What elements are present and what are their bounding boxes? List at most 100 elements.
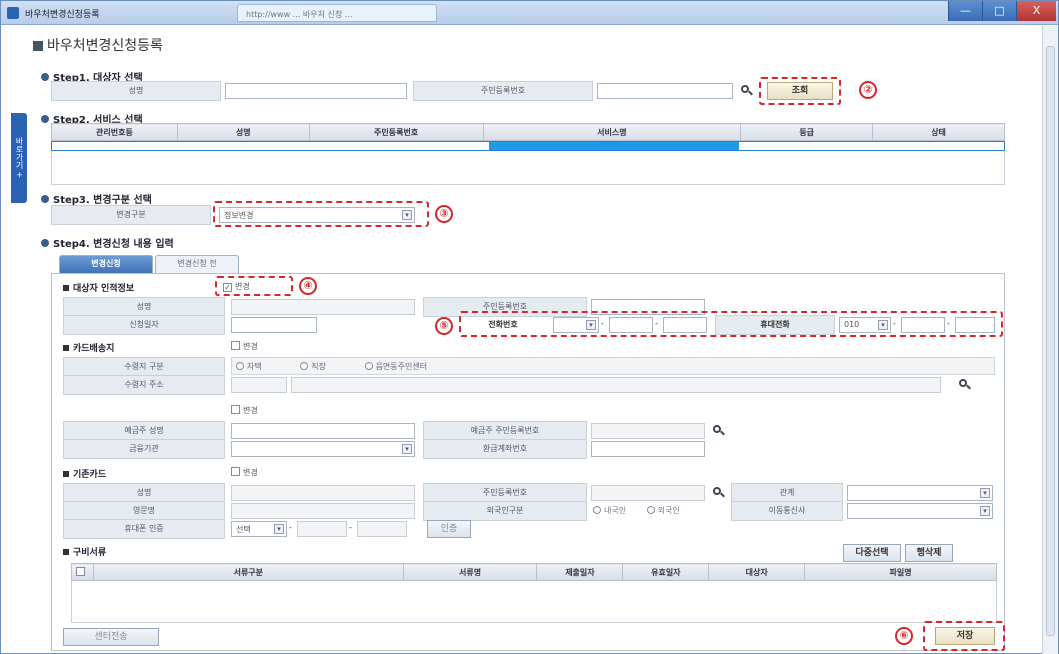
- col-header[interactable]: 유효일자: [622, 563, 710, 581]
- maximize-button[interactable]: □: [982, 1, 1016, 21]
- radio-icon[interactable]: [300, 362, 309, 370]
- holder-rrn-input[interactable]: [591, 423, 705, 439]
- service-table: 관리번호등 성명 주민등록번호 서비스명 등급 상태: [51, 123, 1005, 141]
- step-bullet-icon: [41, 239, 49, 247]
- col-header[interactable]: 제출일자: [536, 563, 624, 581]
- phone-mid-input[interactable]: [609, 317, 653, 333]
- step1-name-label: 성명: [51, 81, 221, 101]
- refund-account-input[interactable]: [591, 441, 705, 457]
- zip-input[interactable]: [231, 377, 287, 393]
- existing-card-change-checkbox[interactable]: 변경: [231, 467, 258, 478]
- holder-name-input[interactable]: [231, 423, 415, 439]
- address-input[interactable]: [291, 377, 941, 393]
- minimize-button[interactable]: —: [948, 1, 982, 21]
- mobile-auth-select[interactable]: 선택 ▾: [231, 521, 287, 537]
- col-header[interactable]: 서비스명: [482, 123, 742, 141]
- browser-tab[interactable]: http://www ... 바우처 신청 ...: [237, 4, 437, 22]
- checkbox-icon[interactable]: [231, 341, 240, 350]
- section-bullet-icon: [63, 285, 69, 291]
- service-table-body: [51, 151, 1005, 185]
- apply-date-label: 신청일자: [63, 315, 225, 335]
- step-bullet-icon: [41, 73, 49, 81]
- col-header[interactable]: 주민등록번호: [308, 123, 484, 141]
- tab-before-change[interactable]: 변경신청 전: [155, 255, 239, 273]
- ec-carrier-select[interactable]: ▾: [847, 503, 993, 519]
- receive-option-home[interactable]: 자택: [236, 362, 262, 371]
- callout-5: ⑤: [435, 317, 453, 335]
- step4-heading: Step4. 변경신청 내용 입력: [41, 235, 174, 250]
- service-table-header: 관리번호등 성명 주민등록번호 서비스명 등급 상태: [51, 123, 1005, 141]
- mobile-prefix-select[interactable]: 010 ▾: [839, 317, 891, 333]
- step1-name-input[interactable]: [225, 83, 407, 99]
- holder-search-icon[interactable]: [713, 425, 725, 437]
- personal-name-label: 성명: [63, 297, 225, 317]
- col-header[interactable]: 서류구분: [92, 563, 404, 581]
- checkbox-icon[interactable]: [76, 567, 86, 576]
- ec-search-icon[interactable]: [713, 487, 725, 499]
- side-shortcut-tab[interactable]: 바로가기 +: [11, 113, 27, 203]
- step1-search-icon[interactable]: [741, 85, 753, 97]
- checkbox-icon[interactable]: [231, 405, 240, 414]
- radio-icon[interactable]: [593, 506, 601, 514]
- highlight-change-type: [213, 201, 429, 227]
- address-search-icon[interactable]: [959, 379, 971, 391]
- ec-relation-select[interactable]: ▾: [847, 485, 993, 501]
- receive-option-center[interactable]: 읍면동주민센터: [364, 362, 427, 371]
- mobile-auth-label: 휴대폰 인증: [63, 519, 225, 539]
- foreign-option-domestic[interactable]: 내국인: [593, 506, 626, 515]
- phone-area-select[interactable]: ▾: [553, 317, 599, 333]
- col-header[interactable]: 상태: [872, 123, 1005, 141]
- highlight-search: [759, 77, 841, 105]
- receive-type-options: 자택 직장 읍면동주민센터: [231, 357, 995, 375]
- col-header[interactable]: 대상자: [708, 563, 806, 581]
- address-label: 수령지 주소: [63, 375, 225, 395]
- card-delivery-change-checkbox[interactable]: 변경: [231, 341, 258, 352]
- ec-rrn-label: 주민등록번호: [423, 483, 587, 503]
- radio-icon[interactable]: [646, 506, 655, 514]
- mobile-last-input[interactable]: [955, 317, 995, 333]
- personal-name-input[interactable]: [231, 299, 415, 315]
- vertical-scrollbar[interactable]: [1042, 26, 1058, 654]
- step1-rrn-label: 주민등록번호: [413, 81, 593, 101]
- step1-rrn-input[interactable]: [597, 83, 733, 99]
- radio-icon[interactable]: [364, 362, 373, 370]
- tab-change-request[interactable]: 변경신청: [59, 255, 153, 273]
- window-title: 바우처변경신청등록: [25, 10, 100, 20]
- callout-4: ④: [299, 277, 317, 295]
- documents-table-header: 서류구분 서류명 제출일자 유효일자 대상자 파일명: [71, 563, 997, 581]
- col-header[interactable]: 파일명: [804, 563, 997, 581]
- chevron-down-icon: ▾: [586, 320, 596, 330]
- bank-select[interactable]: ▾: [231, 441, 415, 457]
- auth-button[interactable]: 인증: [427, 520, 471, 538]
- mobile-auth-last-input[interactable]: [357, 521, 407, 537]
- ec-name-input[interactable]: [231, 485, 415, 501]
- select-all-checkbox-cell[interactable]: [71, 563, 94, 581]
- documents-table-body: [71, 581, 997, 623]
- chevron-down-icon: ▾: [274, 524, 284, 534]
- phone-last-input[interactable]: [663, 317, 707, 333]
- foreign-option-foreign[interactable]: 외국인: [646, 506, 680, 515]
- chevron-down-icon: ▾: [980, 488, 990, 498]
- ec-eng-name-input[interactable]: [231, 503, 415, 519]
- page-title: 바우처변경신청등록: [33, 35, 163, 55]
- multi-select-button[interactable]: 다중선택: [843, 544, 901, 562]
- delete-row-button[interactable]: 행삭제: [905, 544, 953, 562]
- ec-rrn-input[interactable]: [591, 485, 705, 501]
- apply-date-input[interactable]: [231, 317, 317, 333]
- col-header[interactable]: 등급: [740, 123, 874, 141]
- col-header[interactable]: 성명: [176, 123, 310, 141]
- radio-icon[interactable]: [236, 362, 244, 370]
- receive-option-office[interactable]: 직장: [300, 362, 326, 371]
- ec-eng-name-label: 영문명: [63, 501, 225, 521]
- checkbox-icon[interactable]: [231, 467, 240, 476]
- center-send-button[interactable]: 센터전송: [63, 628, 159, 646]
- col-header[interactable]: 서류명: [402, 563, 538, 581]
- chevron-down-icon: ▾: [402, 444, 412, 454]
- account-change-checkbox[interactable]: 변경: [231, 405, 258, 416]
- selected-cell[interactable]: [489, 142, 739, 150]
- close-button[interactable]: X: [1016, 1, 1056, 21]
- col-header[interactable]: 관리번호등: [51, 123, 178, 141]
- mobile-mid-input[interactable]: [901, 317, 945, 333]
- scrollbar-thumb[interactable]: [1046, 46, 1055, 636]
- mobile-auth-mid-input[interactable]: [297, 521, 347, 537]
